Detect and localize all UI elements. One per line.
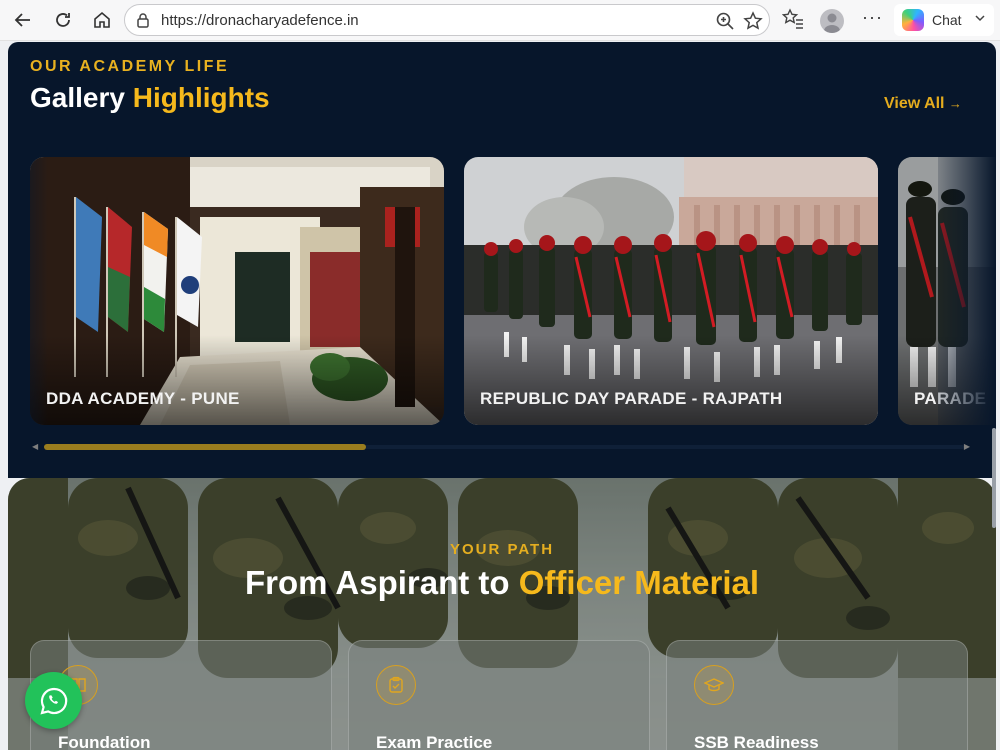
home-icon[interactable]	[88, 6, 116, 34]
scroll-right-arrow-icon[interactable]: ▶	[964, 442, 970, 451]
gallery-title: Gallery Highlights	[30, 82, 270, 114]
gallery-title-highlight: Highlights	[132, 82, 270, 113]
arrow-right-icon: →	[948, 96, 962, 111]
carousel-fade-left	[8, 157, 48, 425]
url-text[interactable]: https://dronacharyadefence.in	[161, 12, 359, 29]
path-eyebrow: YOUR PATH	[449, 541, 555, 558]
star-icon[interactable]	[743, 11, 763, 36]
chat-button[interactable]: Chat	[894, 4, 994, 36]
step-label: Exam Practice	[376, 733, 493, 750]
path-section: YOUR PATH From Aspirant to Officer Mater…	[8, 478, 996, 750]
chat-label: Chat	[932, 12, 962, 28]
step-card-exam-practice[interactable]: Exam Practice	[348, 640, 650, 750]
step-card-ssb-readiness[interactable]: SSB Readiness	[666, 640, 968, 750]
view-all-link[interactable]: View All →	[884, 95, 962, 113]
step-label: SSB Readiness	[694, 733, 819, 750]
favorites-icon[interactable]	[781, 8, 804, 35]
gallery-card[interactable]: DDA ACADEMY - PUNE	[30, 157, 444, 425]
zoom-icon[interactable]	[715, 11, 735, 36]
step-label: Foundation	[58, 733, 151, 750]
gallery-title-part1: Gallery	[30, 82, 125, 113]
carousel-fade-right	[938, 157, 996, 425]
lock-icon[interactable]	[135, 12, 151, 33]
card-caption: DDA ACADEMY - PUNE	[46, 389, 240, 408]
clipboard-check-icon	[376, 665, 416, 705]
view-all-label: View All	[884, 95, 945, 112]
whatsapp-button[interactable]	[25, 672, 82, 729]
address-bar[interactable]: https://dronacharyadefence.in	[124, 4, 770, 36]
page-scrollbar[interactable]	[992, 428, 996, 528]
whatsapp-icon	[39, 687, 67, 715]
back-icon[interactable]	[9, 6, 37, 34]
more-icon[interactable]: ···	[862, 7, 883, 28]
profile-avatar[interactable]	[820, 9, 844, 33]
path-title: From Aspirant to Officer Material	[8, 564, 996, 602]
refresh-icon[interactable]	[49, 6, 77, 34]
card-caption: REPUBLIC DAY PARADE - RAJPATH	[480, 389, 783, 408]
card-gradient	[30, 335, 444, 425]
gallery-eyebrow: OUR ACADEMY LIFE	[30, 58, 230, 75]
carousel-scrollbar[interactable]: ◀ ▶	[32, 442, 970, 452]
scroll-left-arrow-icon[interactable]: ◀	[32, 442, 38, 451]
browser-toolbar: https://dronacharyadefence.in ··· Chat	[0, 0, 1000, 41]
scroll-thumb[interactable]	[44, 444, 366, 450]
path-title-highlight: Officer Material	[518, 564, 760, 601]
card-gradient	[464, 335, 878, 425]
gallery-section: OUR ACADEMY LIFE Gallery Highlights View…	[8, 42, 996, 478]
copilot-icon	[902, 9, 924, 31]
chevron-down-icon[interactable]	[974, 11, 986, 29]
gallery-card[interactable]: REPUBLIC DAY PARADE - RAJPATH	[464, 157, 878, 425]
graduation-cap-icon	[694, 665, 734, 705]
path-title-part1: From Aspirant to	[244, 564, 510, 601]
web-page: OUR ACADEMY LIFE Gallery Highlights View…	[8, 42, 996, 750]
